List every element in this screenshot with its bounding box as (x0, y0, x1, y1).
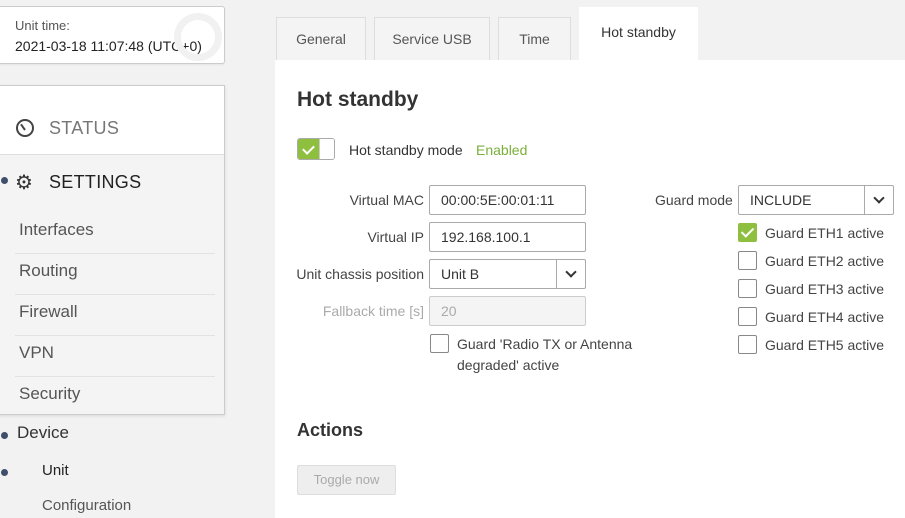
guard-eth5-label: Guard ETH5 active (765, 337, 885, 353)
sidebar-item-unit-label: Unit (42, 462, 69, 479)
sidebar-menu: STATUS ⚙ SETTINGS Interfaces Routing Fir… (0, 85, 225, 415)
guard-eth2-label: Guard ETH2 active (765, 253, 885, 269)
sidebar-item-status-label: STATUS (49, 118, 120, 138)
check-icon (298, 139, 319, 159)
unit-time-label: Unit time: (15, 18, 70, 33)
virtual-ip-label: Virtual IP (367, 229, 424, 245)
nav-dot-icon (1, 469, 8, 476)
page-title: Hot standby (297, 88, 419, 111)
chevron-down-icon (864, 186, 893, 214)
hot-standby-mode-label: Hot standby mode (349, 142, 463, 158)
guard-eth2-checkbox[interactable] (738, 251, 757, 270)
hot-standby-status: Enabled (476, 142, 528, 158)
hot-standby-panel: Hot standby Hot standby mode Enabled Vir… (275, 60, 905, 518)
sidebar-item-routing[interactable]: Routing (19, 261, 78, 281)
divider (15, 253, 215, 254)
chassis-position-select[interactable]: Unit B (429, 259, 586, 289)
divider (15, 335, 215, 336)
sidebar-item-security[interactable]: Security (19, 384, 80, 404)
clock-ring-icon (174, 13, 222, 61)
active-dot-icon (1, 177, 8, 184)
virtual-mac-input[interactable]: 00:00:5E:00:01:11 (429, 185, 586, 215)
gears-icon: ⚙ (15, 172, 33, 194)
speedometer-icon (16, 119, 34, 137)
toggle-now-button[interactable]: Toggle now (297, 465, 396, 495)
sidebar-item-configuration-label: Configuration (42, 497, 132, 514)
sidebar-item-device-label: Device (17, 423, 69, 442)
guard-eth3-checkbox[interactable] (738, 279, 757, 298)
guard-radio-label-line2: degraded' active (457, 357, 560, 373)
sidebar-item-firewall[interactable]: Firewall (19, 302, 78, 322)
guard-eth1-label: Guard ETH1 active (765, 225, 885, 241)
virtual-mac-label: Virtual MAC (349, 192, 424, 208)
sidebar-item-vpn[interactable]: VPN (19, 343, 54, 363)
guard-radio-label-line1: Guard 'Radio TX or Antenna (457, 336, 633, 352)
sidebar-item-interfaces[interactable]: Interfaces (19, 220, 94, 240)
guard-eth3-label: Guard ETH3 active (765, 281, 885, 297)
nav-dot-icon (1, 432, 8, 439)
tab-time[interactable]: Time (498, 17, 571, 60)
hot-standby-toggle[interactable] (297, 138, 335, 160)
guard-eth5-checkbox[interactable] (738, 335, 757, 354)
sidebar-item-settings[interactable]: ⚙ SETTINGS (0, 156, 224, 206)
tab-service-usb[interactable]: Service USB (374, 17, 490, 60)
sidebar-item-settings-label: SETTINGS (49, 172, 142, 192)
chassis-position-value: Unit B (441, 266, 480, 282)
fallback-time-label: Fallback time [s] (322, 303, 424, 319)
actions-heading: Actions (297, 420, 364, 440)
toggle-knob (319, 139, 334, 159)
guard-radio-checkbox[interactable] (430, 334, 449, 353)
divider (15, 376, 215, 377)
fallback-time-input[interactable]: 20 (429, 296, 586, 326)
guard-mode-label: Guard mode (655, 192, 733, 208)
tab-hot-standby[interactable]: Hot standby (579, 7, 698, 60)
chassis-position-label: Unit chassis position (296, 266, 424, 282)
virtual-ip-input[interactable]: 192.168.100.1 (429, 222, 586, 252)
divider (15, 294, 215, 295)
guard-mode-value: INCLUDE (750, 192, 812, 208)
unit-time-box: Unit time: 2021-03-18 11:07:48 (UTC+0) (0, 6, 225, 64)
guard-eth4-checkbox[interactable] (738, 307, 757, 326)
sidebar-item-status[interactable]: STATUS (0, 86, 224, 155)
guard-eth1-checkbox[interactable] (738, 223, 757, 242)
chevron-down-icon (556, 260, 585, 288)
tab-general[interactable]: General (276, 17, 366, 60)
guard-mode-select[interactable]: INCLUDE (738, 185, 894, 215)
guard-eth4-label: Guard ETH4 active (765, 309, 885, 325)
